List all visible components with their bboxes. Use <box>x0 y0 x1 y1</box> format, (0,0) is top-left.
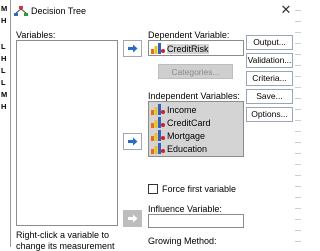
move-dependent-button[interactable] <box>123 40 142 57</box>
close-button[interactable]: ✕ <box>279 3 293 17</box>
ordinal-variable-icon <box>151 104 165 115</box>
cell-value: M <box>1 4 8 13</box>
ordinal-variable-icon <box>151 117 165 128</box>
arrow-right-icon <box>128 137 138 146</box>
validation-button[interactable]: Validation... <box>246 53 293 68</box>
decision-tree-icon <box>14 6 28 16</box>
force-first-variable-label: Force first variable <box>162 184 237 194</box>
cell-value: L <box>1 42 6 51</box>
hint-text: Right-click a variable to <box>16 230 110 240</box>
independent-variables-list[interactable]: Income CreditCard Mortgage Education <box>148 101 244 157</box>
ordinal-variable-icon <box>151 130 165 141</box>
hint-text: change its measurement <box>16 241 115 251</box>
ordinal-variable-icon <box>151 43 165 54</box>
dependent-variable-item[interactable]: CreditRisk <box>151 43 209 54</box>
growing-method-label: Growing Method: <box>148 236 217 246</box>
independent-variables-label: Independent Variables: <box>148 91 240 101</box>
cell-value: H <box>1 16 7 25</box>
variables-list[interactable] <box>16 40 118 226</box>
cell-value: L <box>1 66 6 75</box>
list-item[interactable]: CreditCard <box>151 117 211 128</box>
cell-value: L <box>1 78 6 87</box>
decision-tree-dialog: Decision Tree ✕ Variables: Dependent Var… <box>10 0 295 251</box>
list-item[interactable]: Mortgage <box>151 130 205 141</box>
influence-variable-field[interactable] <box>148 214 244 228</box>
background-sheet-edge <box>294 0 301 247</box>
cell-value: H <box>1 54 7 63</box>
list-item[interactable]: Income <box>151 104 197 115</box>
ordinal-variable-icon <box>151 143 165 154</box>
arrow-right-icon <box>128 44 138 53</box>
options-button[interactable]: Options... <box>246 107 293 122</box>
list-item[interactable]: Education <box>151 143 207 154</box>
force-first-variable-checkbox[interactable] <box>148 184 158 194</box>
dependent-variable-field[interactable]: CreditRisk <box>148 40 244 56</box>
close-icon: ✕ <box>280 2 292 17</box>
cell-value: H <box>1 102 7 111</box>
save-button[interactable]: Save... <box>246 89 293 104</box>
move-influence-button[interactable] <box>123 210 142 227</box>
criteria-button[interactable]: Criteria... <box>246 71 293 86</box>
move-independent-button[interactable] <box>123 133 142 150</box>
dialog-title: Decision Tree <box>31 6 87 16</box>
cell-value: M <box>1 90 8 99</box>
dependent-variable-label: Dependent Variable: <box>148 30 230 40</box>
categories-button[interactable]: Categories... <box>158 64 233 79</box>
arrow-right-icon <box>128 214 138 223</box>
title-bar: Decision Tree ✕ <box>11 0 295 22</box>
influence-variable-label: Influence Variable: <box>148 204 222 214</box>
variables-label: Variables: <box>16 30 56 40</box>
output-button[interactable]: Output... <box>246 35 293 50</box>
